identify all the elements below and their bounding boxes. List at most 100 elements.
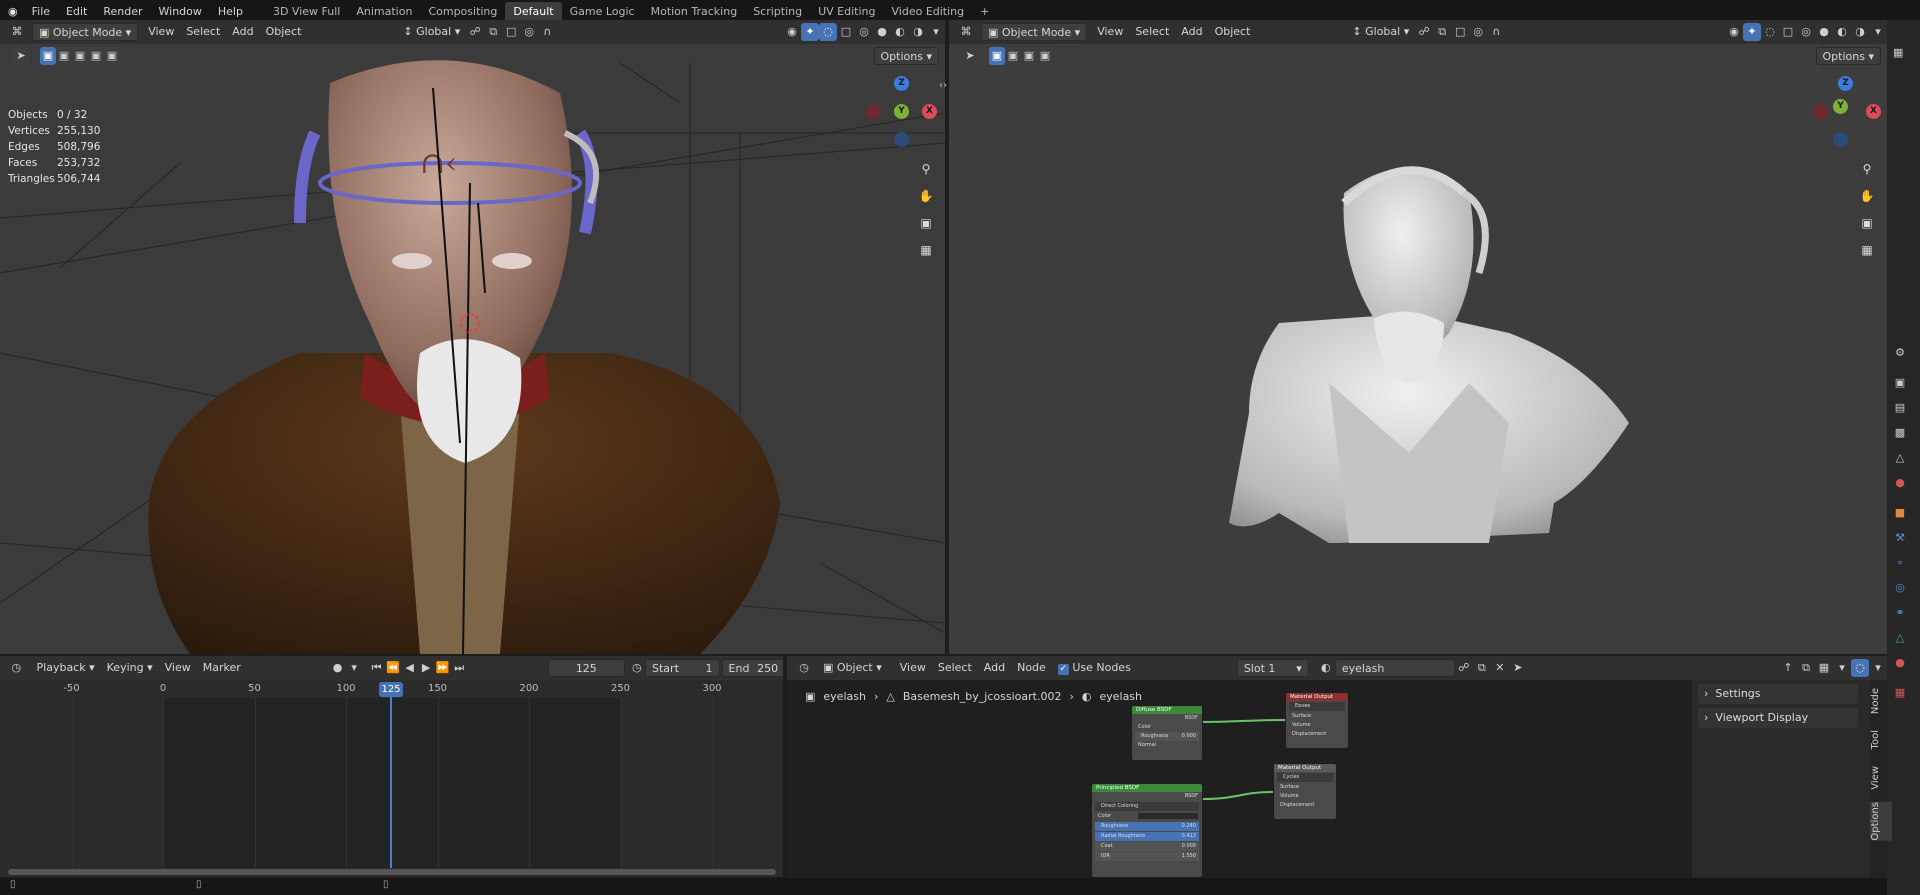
workspace-tab-3d-view-full[interactable]: 3D View Full [265, 2, 348, 21]
object-properties-icon[interactable]: ■ [1892, 505, 1908, 521]
diffuse-bsdf-node[interactable]: Diffuse BSDF BSDF Color Roughness 0.000 N… [1131, 705, 1203, 761]
mode-dropdown[interactable]: ▣ Object Mode ▾ [981, 23, 1088, 41]
workspace-tab-game-logic[interactable]: Game Logic [562, 2, 643, 21]
menu-view[interactable]: View [1091, 23, 1129, 41]
jump-keyframe-forward-icon[interactable]: ⏩ [434, 659, 451, 677]
view-layer-properties-icon[interactable]: ▩ [1892, 425, 1908, 441]
menu-add[interactable]: Add [978, 659, 1011, 677]
menu-object[interactable]: Object [1209, 23, 1257, 41]
slot-dropdown[interactable]: Slot 1 ▾ [1236, 659, 1309, 677]
falloff-icon[interactable]: ∩ [538, 23, 556, 41]
select-mode-intersect-icon[interactable]: ▣ [104, 47, 120, 65]
zoom-icon[interactable]: ⚲ [915, 158, 937, 180]
overlays-dropdown-icon[interactable]: ▾ [1869, 659, 1887, 677]
proportional-edit-icon[interactable]: ◎ [1469, 23, 1487, 41]
record-icon[interactable]: ● [329, 659, 346, 677]
select-mode-invert-icon[interactable]: ▣ [88, 47, 104, 65]
orientation-dropdown[interactable]: ↕ Global ▾ [397, 23, 466, 41]
menu-select[interactable]: Select [180, 23, 226, 41]
editor-type-icon[interactable]: ⌘ [957, 23, 975, 41]
menu-add[interactable]: Add [226, 23, 259, 41]
playhead-line[interactable] [390, 690, 392, 868]
shading-rendered-icon[interactable]: ◑ [1851, 23, 1869, 41]
material-output-cycles-node[interactable]: Material Output Cycles Surface Volume Di… [1273, 763, 1337, 820]
modifier-properties-icon[interactable]: ⚒ [1892, 530, 1908, 546]
node-input-roughness[interactable]: Roughness 0.000 [1135, 732, 1199, 741]
add-workspace-button[interactable]: + [972, 2, 997, 21]
snap-icon[interactable]: ⧉ [1797, 659, 1815, 677]
gizmo-z-axis[interactable]: Z [1838, 76, 1853, 91]
data-properties-icon[interactable]: △ [1892, 630, 1908, 646]
select-tool-icon[interactable]: ➤ [12, 47, 30, 65]
pan-hand-icon[interactable]: ✋ [915, 185, 937, 207]
gizmo-neg-z-axis[interactable] [894, 132, 909, 147]
visibility-icon[interactable]: ◉ [1725, 23, 1743, 41]
workspace-tab-scripting[interactable]: Scripting [745, 2, 810, 21]
gizmo-y-axis[interactable]: Y [1833, 99, 1848, 114]
shading-solid-icon[interactable]: ● [873, 23, 891, 41]
select-mode-new-icon[interactable]: ▣ [989, 47, 1005, 65]
gizmo-x-axis[interactable]: X [1866, 104, 1881, 119]
world-properties-icon[interactable]: ● [1892, 475, 1908, 491]
sidebar-tab-options[interactable]: Options [1870, 802, 1892, 841]
use-nodes-checkbox[interactable]: ✓ Use Nodes [1052, 659, 1137, 677]
menu-object[interactable]: Object [260, 23, 308, 41]
gizmo-toggle-icon[interactable]: ✦ [801, 23, 819, 41]
pin-icon[interactable]: ➤ [1509, 659, 1527, 677]
node-target-dropdown[interactable]: Eevee [1289, 702, 1345, 711]
visibility-icon[interactable]: ◉ [783, 23, 801, 41]
proportional-edit-icon[interactable]: ◎ [520, 23, 538, 41]
node-input-roughness[interactable]: Roughness 0.240 [1095, 822, 1199, 831]
duplicate-material-icon[interactable]: ⧉ [1473, 659, 1491, 677]
pivot-icon[interactable]: ☍ [1415, 23, 1433, 41]
mode-dropdown[interactable]: ▣ Object Mode ▾ [32, 23, 139, 41]
gizmo-neg-z-axis[interactable] [1833, 132, 1848, 147]
ortho-grid-icon[interactable]: ▦ [915, 239, 937, 261]
jump-end-icon[interactable]: ⏭ [451, 659, 468, 677]
snap-element-icon[interactable]: ▦ [1815, 659, 1833, 677]
sidebar-tab-view[interactable]: View [1870, 766, 1892, 790]
play-reverse-icon[interactable]: ◀ [401, 659, 418, 677]
options-dropdown[interactable]: Options ▾ [1815, 47, 1881, 65]
node-overlays-icon[interactable]: ◌ [1851, 659, 1869, 677]
pan-hand-icon[interactable]: ✋ [1856, 185, 1878, 207]
shading-rendered-icon[interactable]: ◑ [909, 23, 927, 41]
shading-wireframe-icon[interactable]: ◎ [1797, 23, 1815, 41]
select-mode-subtract-icon[interactable]: ▣ [1021, 47, 1037, 65]
node-tree-type-dropdown[interactable]: ▣ Object ▾ [817, 659, 888, 677]
snap-icon[interactable]: ⧉ [1433, 23, 1451, 41]
menu-node[interactable]: Node [1011, 659, 1052, 677]
tool-properties-icon[interactable]: ⚙ [1892, 345, 1908, 361]
timeline-scrollbar[interactable] [8, 869, 776, 875]
camera-view-icon[interactable]: ▣ [915, 212, 937, 234]
workspace-tab-motion-tracking[interactable]: Motion Tracking [643, 2, 746, 21]
properties-editor-icon[interactable]: ▦ [1893, 46, 1903, 59]
viewport-left[interactable]: ∩‹ Objects 0 / 32 Vertices 255,130 Edges 50… [0, 23, 945, 654]
fake-user-shield-icon[interactable]: ☍ [1455, 659, 1473, 677]
gizmo-neg-x-axis[interactable] [1813, 104, 1828, 119]
xray-icon[interactable]: □ [837, 23, 855, 41]
select-tool-icon[interactable]: ➤ [961, 47, 979, 65]
material-name-field[interactable]: eyelash [1334, 659, 1455, 677]
shading-material-icon[interactable]: ◐ [1833, 23, 1851, 41]
gizmo-x-axis[interactable]: X [922, 104, 937, 119]
menu-playback[interactable]: Playback ▾ [31, 659, 101, 677]
physics-properties-icon[interactable]: ◎ [1892, 580, 1908, 596]
select-mode-new-icon[interactable]: ▣ [40, 47, 56, 65]
pivot-icon[interactable]: ☍ [466, 23, 484, 41]
material-browse-icon[interactable]: ◐ [1317, 659, 1335, 677]
menu-marker[interactable]: Marker [197, 659, 247, 677]
shading-dropdown-icon[interactable]: ▾ [1869, 23, 1887, 41]
shading-wireframe-icon[interactable]: ◎ [855, 23, 873, 41]
shading-solid-icon[interactable]: ● [1815, 23, 1833, 41]
workspace-tab-video-editing[interactable]: Video Editing [884, 2, 973, 21]
options-dropdown[interactable]: Options ▾ [873, 47, 939, 65]
sidebar-tab-node[interactable]: Node [1870, 688, 1892, 714]
node-target-dropdown[interactable]: Cycles [1277, 773, 1333, 782]
orientation-dropdown[interactable]: ↕ Global ▾ [1346, 23, 1415, 41]
texture-properties-icon[interactable]: ▦ [1892, 685, 1908, 701]
workspace-tab-compositing[interactable]: Compositing [420, 2, 505, 21]
collapse-arrows-icon[interactable]: ‹› [939, 80, 947, 91]
zoom-icon[interactable]: ⚲ [1856, 158, 1878, 180]
auto-keying-dropdown-icon[interactable]: ▾ [346, 659, 363, 677]
